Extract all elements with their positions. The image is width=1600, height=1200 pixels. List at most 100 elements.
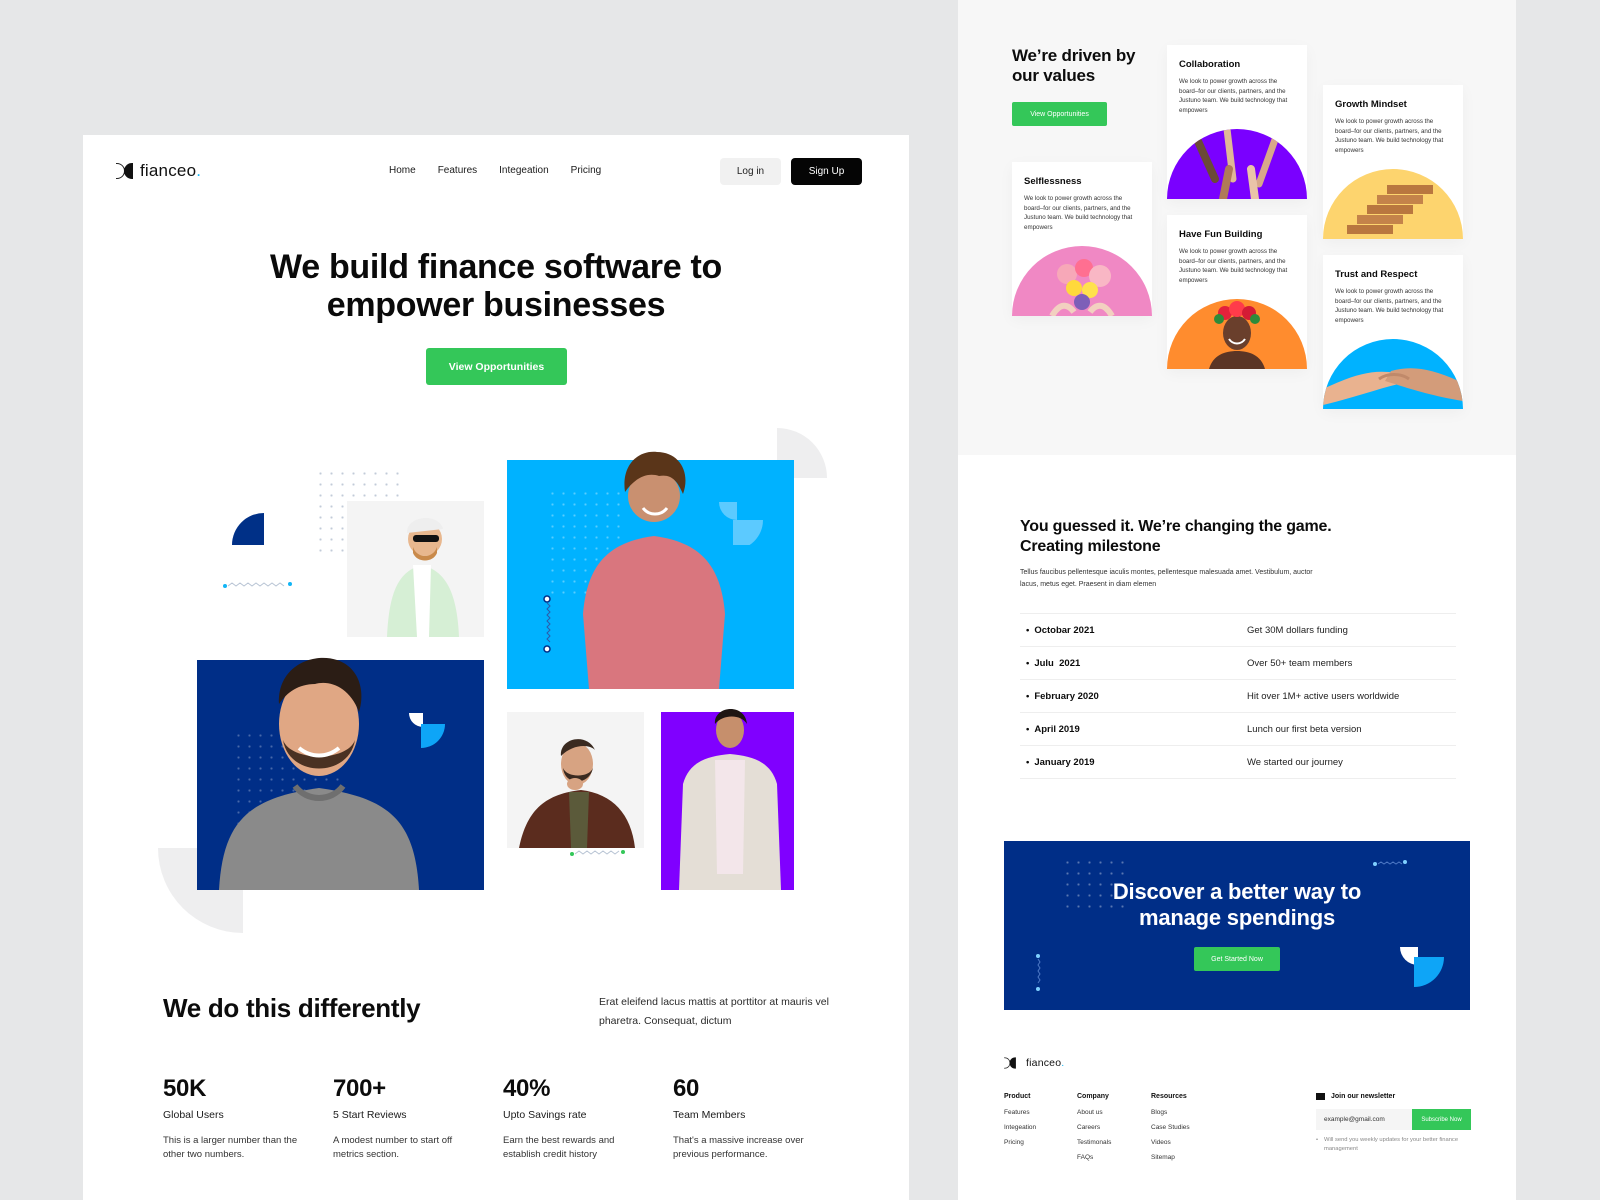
- team-photo-thinking: [507, 712, 644, 848]
- stat-label: 5 Start Reviews: [333, 1109, 407, 1121]
- value-card-title: Trust and Respect: [1335, 269, 1418, 280]
- value-card-title: Have Fun Building: [1179, 229, 1263, 240]
- values-title: We’re driven by our values: [1012, 46, 1136, 85]
- newsletter-note: Will send you weekly updates for your be…: [1316, 1136, 1471, 1154]
- login-button[interactable]: Log in: [720, 158, 781, 185]
- newsletter-form: Subscribe Now: [1316, 1109, 1471, 1130]
- milestones-section: You guessed it. We’re changing the game.…: [958, 455, 1516, 1200]
- about-page-preview: We’re driven by our values View Opportuni…: [958, 0, 1516, 1200]
- milestone-date: January 2019: [1020, 757, 1247, 768]
- footer-column-title: Product: [1004, 1093, 1031, 1100]
- nav-link-features[interactable]: Features: [438, 165, 477, 176]
- hands-together-image: [1167, 129, 1307, 199]
- footer-column-company: Company About us Careers Testimonals FAQ…: [1077, 1093, 1111, 1169]
- footer-column-title: Company: [1077, 1093, 1109, 1100]
- value-card-desc: We look to power growth across the board…: [1179, 248, 1288, 284]
- footer-logo[interactable]: fianceo.: [1004, 1055, 1064, 1071]
- cta-banner: Discover a better way to manage spendings…: [1004, 841, 1470, 1010]
- footer-column-resources: Resources Blogs Case Studies Videos Site…: [1151, 1093, 1190, 1169]
- flowers-heart-image: [1012, 246, 1152, 316]
- footer-link[interactable]: Blogs: [1151, 1109, 1190, 1116]
- values-section: We’re driven by our values View Opportuni…: [958, 0, 1516, 455]
- stat-label: Team Members: [673, 1109, 746, 1121]
- value-card-collaboration: Collaboration We look to power growth ac…: [1167, 45, 1307, 199]
- milestones-table: Octobar 2021 Get 30M dollars funding Jul…: [1020, 613, 1456, 779]
- subscribe-button[interactable]: Subscribe Now: [1412, 1109, 1471, 1130]
- get-started-button[interactable]: Get Started Now: [1194, 947, 1280, 971]
- handshake-image: [1323, 339, 1463, 409]
- hero-title-line-2: empower businesses: [326, 286, 666, 324]
- team-photo-beard: [197, 657, 484, 890]
- wooden-stairs-image: [1323, 169, 1463, 239]
- woman-flower-crown-image: [1167, 299, 1307, 369]
- milestone-event: Get 30M dollars funding: [1247, 624, 1348, 636]
- footer-link[interactable]: Testimonals: [1077, 1139, 1111, 1146]
- milestones-desc: Tellus faucibus pellentesque iaculis mon…: [1020, 569, 1313, 588]
- mail-icon: [1316, 1093, 1325, 1100]
- milestone-event: Lunch our first beta version: [1247, 723, 1362, 735]
- nav-link-integration[interactable]: Integeation: [499, 165, 549, 176]
- nav-link-pricing[interactable]: Pricing: [571, 165, 602, 176]
- decor-squiggle-icon: [570, 850, 625, 856]
- milestone-row: January 2019 We started our journey: [1020, 746, 1456, 779]
- stat-item: 60 Team Members That's a massive increas…: [673, 1075, 843, 1162]
- person-silhouette-icon: [387, 517, 459, 637]
- stat-desc: Earn the best rewards and establish cred…: [503, 1135, 615, 1160]
- milestone-row: Julu 2021 Over 50+ team members: [1020, 647, 1456, 680]
- footer-link[interactable]: Videos: [1151, 1139, 1190, 1146]
- stat-item: 50K Global Users This is a larger number…: [163, 1075, 333, 1162]
- newsletter-heading: Join our newsletter: [1316, 1093, 1471, 1100]
- hero-title: We build finance software to empower bus…: [83, 248, 909, 324]
- brand-logo[interactable]: fianceo.: [116, 161, 201, 181]
- values-view-opportunities-button[interactable]: View Opportunities: [1012, 102, 1107, 126]
- value-card-title: Selflessness: [1024, 176, 1082, 187]
- footer-link[interactable]: Features: [1004, 1109, 1036, 1116]
- team-photo-curly-hair: [507, 451, 794, 689]
- stat-value: 40%: [503, 1075, 551, 1102]
- value-card-desc: We look to power growth across the board…: [1024, 195, 1133, 231]
- logo-mark-icon: [1004, 1057, 1017, 1069]
- stats-intro: Erat eleifend lacus mattis at porttitor …: [599, 996, 829, 1027]
- decor-squiggle-icon: [543, 595, 551, 653]
- newsletter-title: Join our newsletter: [1331, 1093, 1396, 1100]
- stat-value: 50K: [163, 1075, 207, 1102]
- newsletter-email-input[interactable]: [1316, 1109, 1412, 1130]
- person-silhouette-icon: [583, 451, 725, 689]
- signup-button[interactable]: Sign Up: [791, 158, 862, 185]
- footer-column-product: Product Features Integeation Pricing: [1004, 1093, 1036, 1154]
- footer-link[interactable]: Integeation: [1004, 1124, 1036, 1131]
- logo-text: fianceo.: [1026, 1057, 1065, 1069]
- value-card-desc: We look to power growth across the board…: [1179, 78, 1288, 114]
- logo-text: fianceo.: [140, 161, 202, 180]
- footer-link[interactable]: Careers: [1077, 1124, 1111, 1131]
- nav-links: Home Features Integeation Pricing: [389, 165, 601, 176]
- nav-link-home[interactable]: Home: [389, 165, 416, 176]
- milestone-event: Over 50+ team members: [1247, 657, 1353, 669]
- newsletter: Join our newsletter Subscribe Now Will s…: [1316, 1093, 1471, 1154]
- landing-page-preview: fianceo. Home Features Integeation Prici…: [83, 135, 909, 1200]
- decor-squiggle-icon: [1036, 954, 1041, 991]
- footer-link[interactable]: FAQs: [1077, 1154, 1111, 1161]
- decor-squiggle-icon: [1373, 860, 1407, 866]
- stat-desc: A modest number to start off metrics sec…: [333, 1135, 453, 1160]
- value-card-desc: We look to power growth across the board…: [1335, 118, 1444, 154]
- person-silhouette-icon: [519, 739, 635, 848]
- footer-link[interactable]: About us: [1077, 1109, 1111, 1116]
- team-photo-jacket: [661, 708, 794, 890]
- top-navigation: fianceo. Home Features Integeation Prici…: [83, 135, 909, 207]
- hero-title-line-1: We build finance software to: [270, 248, 722, 286]
- footer-link[interactable]: Case Studies: [1151, 1124, 1190, 1131]
- footer-link[interactable]: Pricing: [1004, 1139, 1036, 1146]
- value-card-desc: We look to power growth across the board…: [1335, 288, 1444, 324]
- cta-title: Discover a better way to manage spendings: [1112, 879, 1362, 930]
- milestone-date: Julu 2021: [1020, 658, 1247, 669]
- milestone-row: Octobar 2021 Get 30M dollars funding: [1020, 614, 1456, 647]
- footer-link[interactable]: Sitemap: [1151, 1154, 1190, 1161]
- milestone-date: Octobar 2021: [1020, 625, 1247, 636]
- stats-row: 50K Global Users This is a larger number…: [163, 1075, 843, 1162]
- view-opportunities-button[interactable]: View Opportunities: [426, 348, 567, 385]
- stat-value: 60: [673, 1075, 700, 1102]
- person-silhouette-icon: [219, 657, 419, 890]
- decor-quarter-glyph-icon: [1400, 947, 1444, 987]
- team-photo-sunglasses: [347, 501, 484, 637]
